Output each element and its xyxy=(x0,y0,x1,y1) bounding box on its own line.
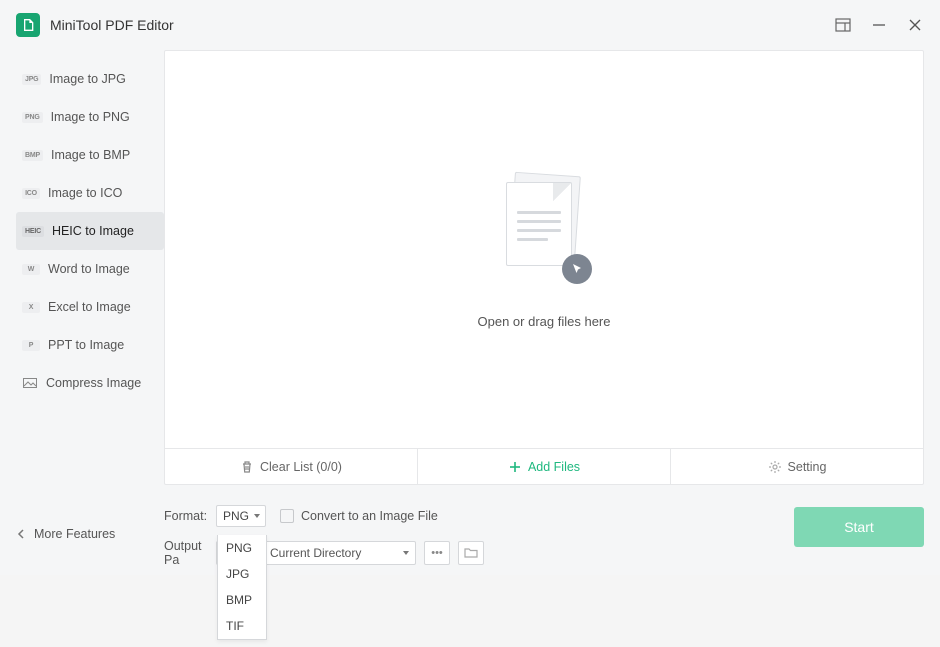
output-path-label: Output Pa xyxy=(164,539,216,567)
add-files-button[interactable]: Add Files xyxy=(418,449,671,484)
sidebar-item-image-to-bmp[interactable]: BMP Image to BMP xyxy=(16,136,164,174)
trash-icon xyxy=(240,460,254,474)
format-option-png[interactable]: PNG xyxy=(218,535,266,561)
sidebar-item-label: Image to ICO xyxy=(48,186,122,200)
sidebar-item-excel-to-image[interactable]: X Excel to Image xyxy=(16,288,164,326)
convert-checkbox[interactable] xyxy=(280,509,294,523)
action-bar: Clear List (0/0) Add Files Setting xyxy=(165,448,923,484)
sidebar-item-label: PPT to Image xyxy=(48,338,124,352)
app-logo xyxy=(16,13,40,37)
titlebar: MiniTool PDF Editor xyxy=(0,0,940,50)
format-option-jpg[interactable]: JPG xyxy=(218,561,266,587)
format-badge: BMP xyxy=(22,150,43,161)
sidebar-item-image-to-png[interactable]: PNG Image to PNG xyxy=(16,98,164,136)
window-layout-icon[interactable] xyxy=(834,16,852,34)
sidebar-item-label: Word to Image xyxy=(48,262,130,276)
format-option-tif[interactable]: TIF xyxy=(218,613,266,639)
sidebar-item-image-to-jpg[interactable]: JPG Image to JPG xyxy=(16,60,164,98)
dots-icon: ••• xyxy=(431,547,443,559)
sidebar-item-word-to-image[interactable]: W Word to Image xyxy=(16,250,164,288)
plus-icon xyxy=(508,460,522,474)
start-label: Start xyxy=(844,519,874,535)
cursor-icon xyxy=(562,254,592,284)
action-label: Clear List (0/0) xyxy=(260,460,342,474)
close-button[interactable] xyxy=(906,16,924,34)
format-badge: HEIC xyxy=(22,226,44,237)
compress-icon xyxy=(22,377,38,389)
app-title: MiniTool PDF Editor xyxy=(50,17,834,33)
format-select[interactable]: PNG xyxy=(216,505,266,527)
sidebar-item-heic-to-image[interactable]: HEIC HEIC to Image xyxy=(16,212,164,250)
sidebar-item-label: Image to JPG xyxy=(49,72,125,86)
sidebar-item-ppt-to-image[interactable]: P PPT to Image xyxy=(16,326,164,364)
more-features-button[interactable]: More Features xyxy=(16,527,164,541)
dropzone-text: Open or drag files here xyxy=(478,314,611,329)
convert-label: Convert to an Image File xyxy=(301,509,438,523)
sidebar-item-compress-image[interactable]: Compress Image xyxy=(16,364,164,402)
format-value: PNG xyxy=(223,509,249,523)
action-label: Setting xyxy=(788,460,827,474)
gear-icon xyxy=(768,460,782,474)
folder-icon xyxy=(464,547,478,559)
sidebar: JPG Image to JPG PNG Image to PNG BMP Im… xyxy=(16,50,164,485)
sidebar-item-label: Image to BMP xyxy=(51,148,130,162)
format-badge: X xyxy=(22,302,40,313)
format-badge: ICO xyxy=(22,188,40,199)
start-button[interactable]: Start xyxy=(794,507,924,547)
format-badge: P xyxy=(22,340,40,351)
more-features-label: More Features xyxy=(34,527,115,541)
format-option-bmp[interactable]: BMP xyxy=(218,587,266,613)
sidebar-item-label: Excel to Image xyxy=(48,300,131,314)
sidebar-item-label: HEIC to Image xyxy=(52,224,134,238)
format-label: Format: xyxy=(164,509,216,523)
sidebar-item-image-to-ico[interactable]: ICO Image to ICO xyxy=(16,174,164,212)
sidebar-item-label: Image to PNG xyxy=(51,110,130,124)
format-dropdown: PNG JPG BMP TIF xyxy=(217,535,267,640)
setting-button[interactable]: Setting xyxy=(671,449,923,484)
chevron-left-icon xyxy=(16,528,26,540)
format-badge: W xyxy=(22,264,40,275)
main-panel: Open or drag files here Clear List (0/0)… xyxy=(164,50,924,485)
document-illustration xyxy=(494,170,594,290)
more-options-button[interactable]: ••• xyxy=(424,541,450,565)
clear-list-button[interactable]: Clear List (0/0) xyxy=(165,449,418,484)
sidebar-item-label: Compress Image xyxy=(46,376,141,390)
minimize-button[interactable] xyxy=(870,16,888,34)
browse-folder-button[interactable] xyxy=(458,541,484,565)
format-badge: JPG xyxy=(22,74,41,85)
dropzone[interactable]: Open or drag files here xyxy=(165,51,923,448)
format-badge: PNG xyxy=(22,112,43,123)
action-label: Add Files xyxy=(528,460,580,474)
